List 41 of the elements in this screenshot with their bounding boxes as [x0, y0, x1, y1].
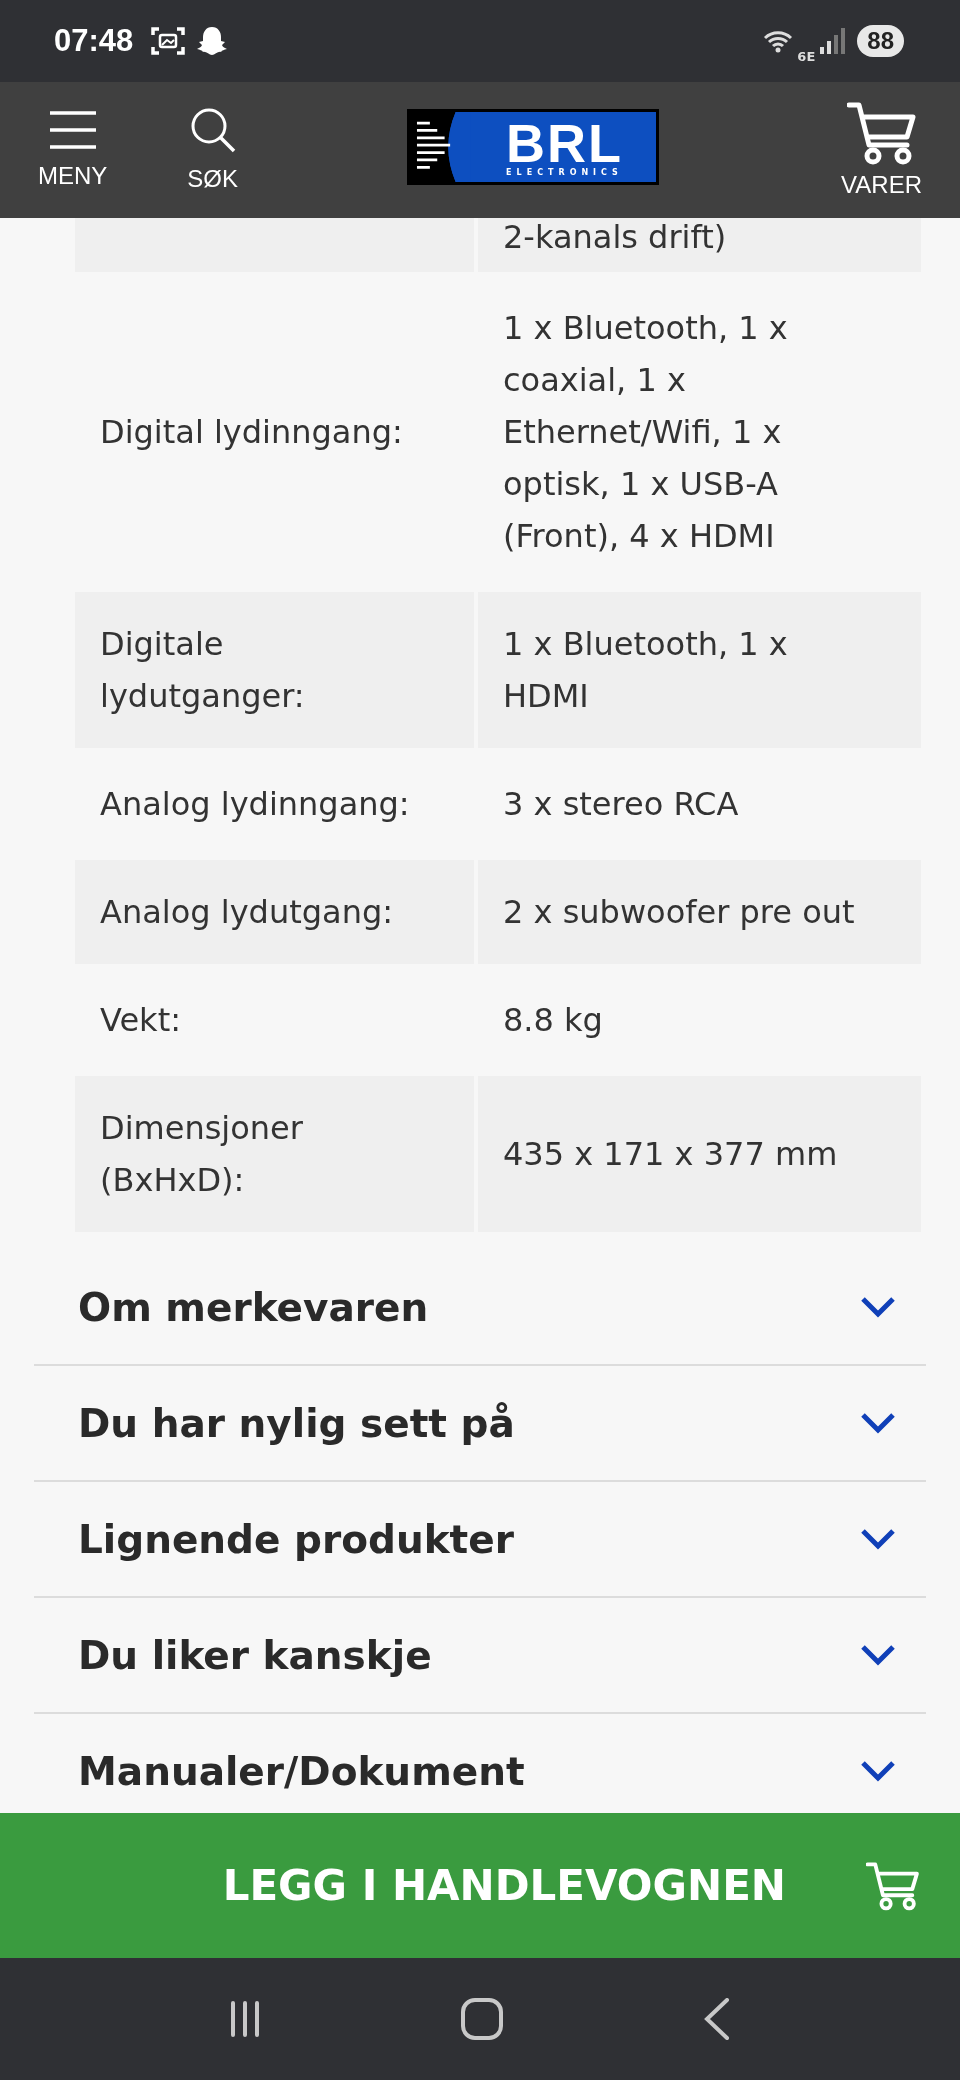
search-button[interactable]: SØK: [187, 107, 239, 193]
screenshot-icon: [151, 25, 186, 57]
accordion-header[interactable]: Du liker kanskje: [34, 1598, 926, 1714]
status-time: 07:48: [54, 23, 134, 59]
chevron-icon: [860, 1296, 896, 1318]
chevron-icon: [860, 1528, 896, 1550]
search-icon: [189, 107, 236, 153]
chevron-icon: [860, 1412, 896, 1434]
cart-icon: [846, 101, 917, 165]
recent-apps-icon[interactable]: [230, 2001, 261, 2037]
spec-value: 1 x Bluetooth, 1 x HDMI: [478, 592, 921, 748]
spec-label: Dimensjoner (BxHxD):: [75, 1076, 474, 1232]
wifi-icon: [763, 29, 794, 53]
spec-value: 435 x 171 x 377 mm: [478, 1076, 921, 1232]
battery-level: 88: [857, 25, 904, 57]
spec-label: Digital lydinngang:: [99, 412, 404, 453]
logo-tagline: ELECTRONICS: [506, 167, 623, 177]
home-icon[interactable]: [461, 1998, 503, 2040]
accordion-header[interactable]: Lignende produkter: [34, 1482, 926, 1598]
signal-icon: [819, 27, 846, 55]
chevron-icon: [860, 1644, 896, 1666]
spec-value: 2 x subwoofer pre out: [478, 860, 921, 964]
menu-icon: [47, 110, 98, 150]
ghost-icon: [197, 25, 228, 57]
menu-button[interactable]: MENY: [38, 110, 108, 190]
accordion-header[interactable]: Du har nylig sett på: [34, 1366, 926, 1482]
spec-value: 2-kanals drift): [478, 218, 921, 272]
spec-label: Vekt:: [99, 1000, 182, 1041]
cart-button[interactable]: VARER: [841, 101, 922, 199]
spec-label: Analog lydinngang:: [99, 784, 411, 825]
spec-value: 1 x Bluetooth, 1 x coaxial, 1 x Ethernet/Wifi, 1 x optisk, 1 x USB-A (Front), 4 x HDMI: [502, 308, 789, 557]
back-icon[interactable]: [703, 1998, 730, 2040]
spec-value: 3 x stereo RCA: [502, 784, 740, 825]
logo-wordmark: BRL: [506, 117, 623, 168]
spec-value: 8.8 kg: [502, 1000, 604, 1041]
network-type: 6E: [797, 48, 816, 64]
spec-label: Digitale lydutganger:: [75, 592, 474, 748]
accordion-header[interactable]: Om merkevaren: [34, 1250, 926, 1366]
spec-label: Analog lydutgang:: [75, 860, 474, 964]
chevron-icon: [860, 1760, 896, 1782]
cart-icon: [866, 1860, 920, 1911]
